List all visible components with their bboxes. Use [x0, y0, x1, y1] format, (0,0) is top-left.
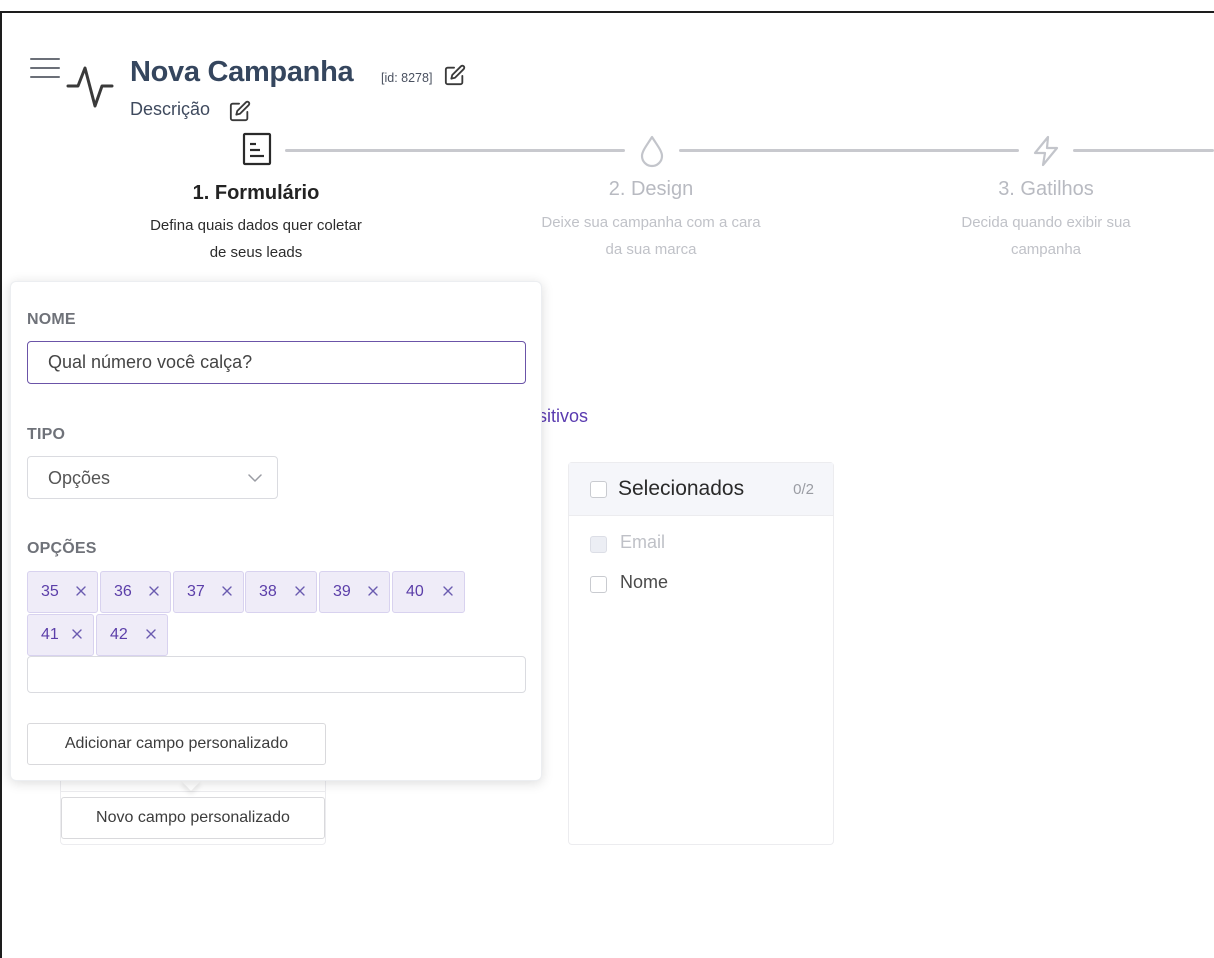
- edit-title-icon[interactable]: [444, 64, 466, 86]
- remove-option-icon[interactable]: [221, 585, 233, 597]
- window-left-border: [0, 11, 2, 958]
- name-input[interactable]: [27, 341, 526, 384]
- remove-option-icon[interactable]: [145, 628, 157, 640]
- devices-link[interactable]: sitivos: [538, 406, 598, 427]
- custom-field-popover: NOME TIPO Opções OPÇÕES 35 36 37 38 39 4…: [10, 281, 542, 781]
- add-custom-field-button[interactable]: Adicionar campo personalizado: [27, 723, 326, 765]
- option-tag-label: 37: [187, 583, 205, 600]
- step-connector: [285, 149, 625, 152]
- remove-option-icon[interactable]: [148, 585, 160, 597]
- remove-option-icon[interactable]: [442, 585, 454, 597]
- new-custom-field-button[interactable]: Novo campo personalizado: [61, 797, 325, 839]
- type-select-value: Opções: [48, 468, 111, 488]
- options-label: OPÇÕES: [27, 540, 97, 557]
- step-2-title[interactable]: 2. Design: [551, 178, 751, 201]
- option-tag-label: 35: [41, 583, 59, 600]
- chevron-down-icon: [248, 474, 262, 482]
- selected-panel-header: Selecionados 0/2: [569, 463, 833, 516]
- pulse-icon: [66, 66, 114, 108]
- selected-panel-title: Selecionados: [618, 477, 745, 500]
- option-tag[interactable]: 40: [392, 571, 465, 613]
- select-all-checkbox[interactable]: [590, 481, 607, 498]
- nome-checkbox[interactable]: [590, 576, 607, 593]
- step-1-title[interactable]: 1. Formulário: [156, 182, 356, 205]
- step-1-description: Defina quais dados quer coletar de seus …: [150, 217, 362, 261]
- option-tag-label: 36: [114, 583, 132, 600]
- window-top-border: [0, 11, 1214, 13]
- step-2-description: Deixe sua campanha com a cara da sua mar…: [541, 214, 761, 258]
- edit-description-icon[interactable]: [229, 100, 251, 122]
- step-connector: [679, 149, 1019, 152]
- new-option-input[interactable]: [27, 656, 526, 693]
- option-tag-label: 42: [110, 626, 128, 643]
- option-tag[interactable]: 38: [245, 571, 317, 613]
- type-label: TIPO: [27, 426, 66, 443]
- remove-option-icon[interactable]: [71, 628, 83, 640]
- document-icon[interactable]: [242, 132, 272, 166]
- type-select[interactable]: Opções: [27, 456, 278, 499]
- option-tag[interactable]: 39: [319, 571, 390, 613]
- campaign-title: Nova Campanha: [130, 56, 354, 88]
- remove-option-icon[interactable]: [367, 585, 379, 597]
- option-tag-label: 41: [41, 626, 59, 643]
- campaign-description: Descrição: [130, 99, 211, 119]
- hamburger-menu-icon[interactable]: [30, 58, 60, 82]
- selected-count: 0/2: [793, 481, 814, 498]
- remove-option-icon[interactable]: [294, 585, 306, 597]
- droplet-icon[interactable]: [637, 134, 667, 168]
- option-tag-label: 40: [406, 583, 424, 600]
- list-item-nome[interactable]: Nome: [620, 572, 668, 593]
- step-connector: [1073, 149, 1214, 152]
- option-tag-label: 39: [333, 583, 351, 600]
- email-checkbox: [590, 536, 607, 553]
- option-tag[interactable]: 37: [173, 571, 244, 613]
- step-3-description: Decida quando exibir sua campanha: [961, 214, 1131, 258]
- list-item-email: Email: [620, 532, 666, 552]
- lightning-icon[interactable]: [1031, 134, 1061, 168]
- step-3-title[interactable]: 3. Gatilhos: [946, 178, 1146, 201]
- campaign-id: [id: 8278]: [381, 71, 433, 85]
- name-label: NOME: [27, 311, 76, 328]
- option-tag[interactable]: 41: [27, 614, 94, 656]
- option-tag[interactable]: 35: [27, 571, 98, 613]
- option-tag[interactable]: 42: [96, 614, 168, 656]
- option-tag[interactable]: 36: [100, 571, 171, 613]
- selected-fields-panel: Selecionados 0/2 Email Nome: [568, 462, 834, 845]
- remove-option-icon[interactable]: [75, 585, 87, 597]
- option-tag-label: 38: [259, 583, 277, 600]
